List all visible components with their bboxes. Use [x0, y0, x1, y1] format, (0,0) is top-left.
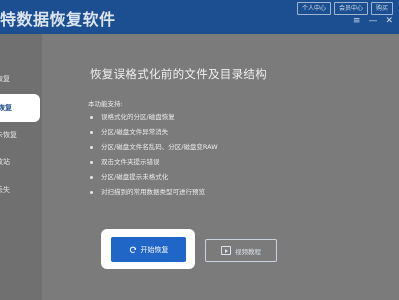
start-recovery-button[interactable]: 开始恢复	[111, 237, 186, 262]
sidebar-item-recycle-bin[interactable]: 收站	[0, 155, 40, 169]
window-controls: ≡ — ✕	[353, 16, 393, 26]
list-item: 分区/磁盘文件异常消失	[90, 125, 218, 140]
personal-center-button[interactable]: 个人中心	[296, 2, 331, 15]
play-video-icon	[221, 246, 231, 255]
refresh-icon	[129, 246, 136, 253]
sidebar: 恢复 恢复 卡恢复 收站 丢失	[0, 34, 40, 300]
title-bar: 特数据恢复软件 个人中心 会员中心 购买 ≡ — ✕	[0, 0, 399, 34]
start-recovery-label: 开始恢复	[140, 245, 169, 254]
bullet-icon	[90, 130, 93, 134]
bullet-icon	[90, 145, 93, 149]
minimize-icon[interactable]: —	[368, 16, 377, 26]
sidebar-item-deleted-recovery[interactable]: 恢复	[0, 72, 40, 86]
bullet-icon	[90, 115, 93, 119]
video-tutorial-label: 视频教程	[235, 247, 261, 256]
bullet-icon	[90, 190, 93, 194]
sidebar-item-card-recovery[interactable]: 卡恢复	[0, 128, 40, 142]
bullet-icon	[90, 175, 93, 179]
video-tutorial-button[interactable]: 视频教程	[205, 239, 277, 262]
page-title: 恢复误格式化前的文件及目录结构	[90, 67, 267, 81]
sidebar-item-format-recovery[interactable]: 恢复	[0, 94, 40, 122]
list-item: 分区/磁盘提示未格式化	[90, 170, 218, 185]
list-item: 双击文件夹提示错误	[90, 155, 218, 170]
sidebar-item-partition-lost[interactable]: 丢失	[0, 183, 40, 197]
list-item: 分区/磁盘文件名乱码、分区/磁盘变RAW	[90, 140, 218, 155]
feature-list: 误格式化的分区/磁盘恢复 分区/磁盘文件异常消失 分区/磁盘文件名乱码、分区/磁…	[90, 110, 218, 200]
purchase-button[interactable]: 购买	[370, 2, 393, 15]
menu-icon[interactable]: ≡	[353, 16, 361, 26]
top-buttons: 个人中心 会员中心 购买	[296, 2, 393, 15]
intro-text: 本功能支持:	[88, 100, 123, 108]
member-center-button[interactable]: 会员中心	[333, 2, 368, 15]
list-item: 对扫描到的常用数据类型可进行预览	[90, 185, 218, 200]
bullet-icon	[90, 160, 93, 164]
app-title: 特数据恢复软件	[0, 10, 116, 29]
close-icon[interactable]: ✕	[385, 16, 393, 26]
list-item: 误格式化的分区/磁盘恢复	[90, 110, 218, 125]
